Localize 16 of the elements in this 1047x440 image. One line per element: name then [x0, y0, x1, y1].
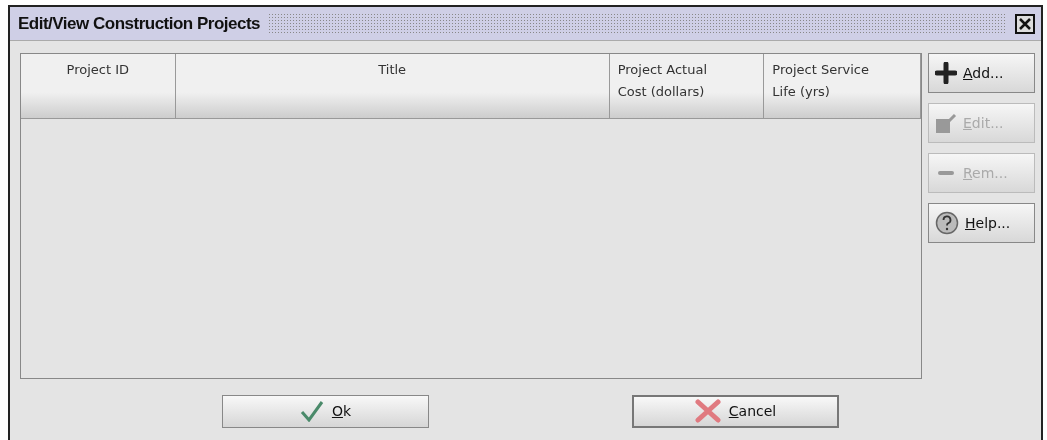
- cancel-button[interactable]: Cancel: [632, 394, 839, 428]
- help-icon: [935, 211, 959, 235]
- minus-icon: [935, 169, 957, 177]
- cross-icon: [694, 399, 721, 423]
- add-button[interactable]: Add...: [928, 53, 1035, 93]
- column-header[interactable]: Title: [175, 54, 610, 119]
- help-button[interactable]: Help...: [928, 203, 1035, 243]
- close-button[interactable]: [1015, 13, 1035, 34]
- column-header[interactable]: Project Service Life (yrs): [764, 54, 921, 119]
- plus-icon: [935, 62, 957, 84]
- column-header[interactable]: Project Actual Cost (dollars): [609, 54, 765, 119]
- pencil-icon: [935, 112, 957, 134]
- ok-button[interactable]: Ok: [222, 394, 429, 428]
- column-header[interactable]: Project ID: [21, 54, 176, 119]
- window-title: Edit/View Construction Projects: [18, 12, 261, 35]
- checkmark-icon: [299, 400, 324, 422]
